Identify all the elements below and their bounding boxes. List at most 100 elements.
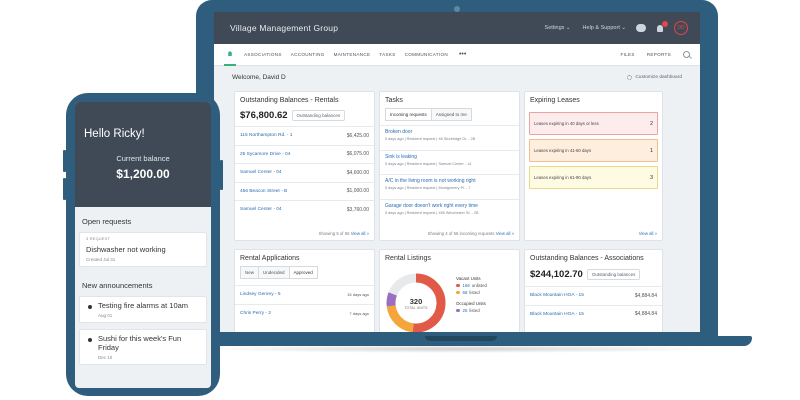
task-title[interactable]: Broken door — [385, 129, 514, 135]
task-meta: 5 days ago | Resident request | 456 Winc… — [385, 210, 479, 215]
view-all-link[interactable]: View all » — [639, 231, 657, 236]
bell-icon[interactable] — [656, 20, 668, 33]
lease-count: 2 — [649, 120, 653, 127]
announcement-card[interactable]: Testing fire alarms at 10am Aug 01 — [79, 296, 207, 323]
lease-bucket[interactable]: Leases expiring in 40 days or less 2 — [529, 112, 658, 135]
applicant-link[interactable]: Lindsey Genrey - 5 — [240, 292, 281, 297]
list-item[interactable]: 115 Northampton Rd. - 1 $6,425.00 — [235, 126, 374, 145]
lease-bucket[interactable]: Leases expiring in 41-60 days 1 — [529, 139, 658, 162]
list-item[interactable]: Sink is leaking 5 days ago | Resident req… — [380, 149, 519, 175]
help-menu[interactable]: Help & Support ⌄ — [583, 25, 626, 31]
tab-approved[interactable]: Approved — [289, 266, 318, 279]
rental-link[interactable]: 25 Sycamore Drive - 04 — [240, 152, 290, 157]
nav-associations[interactable]: ASSOCIATIONS — [244, 52, 282, 57]
welcome-row: Welcome, David D Customize dashboard — [214, 66, 700, 88]
legend-dot — [456, 283, 460, 288]
rentals-total: $76,800.62 — [240, 110, 288, 121]
task-title[interactable]: Sink is leaking — [385, 154, 514, 160]
announcement-title: Testing fire alarms at 10am — [98, 301, 189, 310]
legend-item[interactable]: 25 listed — [456, 308, 487, 313]
tab-undecided[interactable]: Undecided — [259, 266, 290, 279]
association-link[interactable]: Black Mountain HOA - 15 — [530, 312, 584, 317]
announcements-title: New announcements — [82, 281, 153, 290]
legend-item[interactable]: 68 listed — [456, 290, 487, 295]
request-card[interactable]: 3 REQUEST Dishwasher not working Created… — [79, 232, 207, 267]
occupied-count: 25 — [462, 308, 468, 313]
vacant-unlisted-label: unlisted — [471, 283, 487, 288]
tab-new[interactable]: New — [240, 266, 260, 279]
panel-footer: View all » — [639, 231, 657, 236]
rental-link[interactable]: 115 Northampton Rd. - 1 — [240, 133, 292, 138]
nav-communication[interactable]: COMMUNICATION — [405, 52, 448, 57]
list-item[interactable]: 25 Sycamore Drive - 04 $6,075.00 — [235, 144, 374, 164]
dashboard-screen: Village Management Group Settings ⌄ Help… — [214, 12, 700, 332]
expiring-leases-panel: Expiring Leases Leases expiring in 40 da… — [524, 91, 663, 241]
avatar[interactable]: DD — [674, 21, 688, 35]
vacant-listed-count: 68 — [462, 290, 468, 295]
list-item[interactable]: Black Mountain HOA - 15 $4,884.84 — [525, 286, 662, 305]
view-all-link[interactable]: View all » — [351, 231, 369, 236]
applicant-meta: 15 days ago — [347, 292, 369, 298]
list-item[interactable]: Black Mountain HOA - 15 $4,884.84 — [525, 304, 662, 324]
announcement-date: Aug 01 — [98, 313, 113, 318]
rental-link[interactable]: Samuel Center - 04 — [240, 170, 282, 175]
applications-tabs: New Undecided Approved — [240, 266, 369, 279]
laptop-notch — [425, 336, 497, 341]
nav-maintenance[interactable]: MAINTENANCE — [334, 52, 371, 57]
announcement-card[interactable]: Sushi for this week's Fun Friday Dec 10 — [79, 329, 207, 365]
nav-files[interactable]: FILES — [621, 52, 635, 57]
rental-amount: $1,000.00 — [346, 188, 369, 195]
list-item[interactable]: A/C in the living room is not working ri… — [380, 174, 519, 199]
donut-center: 320 TOTAL UNITS — [385, 272, 447, 332]
footer-count: Showing 4 of 56 incoming requests — [427, 231, 495, 236]
tab-incoming-requests[interactable]: Incoming requests — [385, 108, 432, 121]
nav-reports[interactable]: REPORTS — [647, 52, 671, 57]
settings-menu[interactable]: Settings ⌄ — [545, 25, 571, 31]
list-item[interactable]: Garage door doesn't work right every tim… — [380, 198, 519, 224]
lease-label: Leases expiring in 40 days or less — [534, 121, 599, 126]
list-item[interactable]: Lindsey Genrey - 5 15 days ago — [235, 285, 374, 304]
panel-title: Expiring Leases — [530, 97, 580, 104]
bullet-icon — [88, 305, 92, 309]
help-label: Help & Support — [582, 25, 620, 31]
lease-count: 3 — [649, 174, 653, 181]
balance-amount: $1,200.00 — [116, 167, 170, 181]
panel-title: Tasks — [385, 97, 403, 104]
lease-bucket[interactable]: Leases expiring in 61-90 days 3 — [529, 166, 658, 189]
rental-link[interactable]: 456 Beacon Street - B — [240, 189, 287, 194]
associations-total: $244,102.70 — [530, 269, 583, 280]
rental-listings-panel: Rental Listings 320 TOTAL UNITS Vacant U… — [379, 249, 520, 332]
nav-accounting[interactable]: ACCOUNTING — [291, 52, 325, 57]
chat-icon[interactable] — [636, 24, 646, 32]
more-menu-icon[interactable]: ••• — [459, 51, 466, 58]
request-title: Dishwasher not working — [86, 245, 166, 254]
list-item[interactable]: 456 Beacon Street - B $1,000.00 — [235, 181, 374, 201]
stage: Village Management Group Settings ⌄ Help… — [0, 0, 800, 400]
app-title[interactable]: Village Management Group — [230, 23, 338, 33]
list-item[interactable]: Samuel Center - 04 $4,600.00 — [235, 163, 374, 182]
home-icon[interactable] — [224, 44, 236, 66]
nav-tasks[interactable]: TASKS — [379, 52, 395, 57]
rental-link[interactable]: Samuel Center - 04 — [240, 207, 282, 212]
settings-label: Settings — [544, 25, 565, 31]
association-link[interactable]: Black Mountain HOA - 15 — [530, 293, 584, 298]
request-code: 3 REQUEST — [86, 237, 111, 241]
applicant-link[interactable]: Chris Perry - 2 — [240, 311, 271, 316]
list-item[interactable]: Samuel Center - 04 $3,760.00 — [235, 200, 374, 219]
task-title[interactable]: Garage door doesn't work right every tim… — [385, 203, 514, 209]
legend-item[interactable]: 166 unlisted — [456, 283, 487, 288]
task-meta: 5 days ago | Resident request | 46 Sturb… — [385, 137, 476, 141]
task-title[interactable]: A/C in the living room is not working ri… — [385, 178, 514, 184]
outstanding-pill[interactable]: Outstanding balances — [586, 269, 641, 280]
search-icon[interactable] — [683, 51, 690, 58]
list-item[interactable]: Chris Perry - 2 7 days ago — [235, 303, 374, 323]
listings-donut-chart: 320 TOTAL UNITS — [385, 272, 447, 332]
request-date: Created Jul 31 — [86, 257, 116, 262]
occupied-units-label: Occupied Units — [456, 301, 486, 306]
view-all-link[interactable]: View all » — [496, 231, 514, 236]
vacant-units-label: Vacant Units — [456, 276, 481, 281]
tab-assigned-to-me[interactable]: Assigned to me — [431, 108, 472, 121]
list-item[interactable]: Broken door 5 days ago | Resident request… — [380, 125, 519, 150]
outstanding-pill[interactable]: Outstanding balances — [291, 110, 346, 121]
customize-dashboard-link[interactable]: Customize dashboard — [627, 74, 682, 80]
